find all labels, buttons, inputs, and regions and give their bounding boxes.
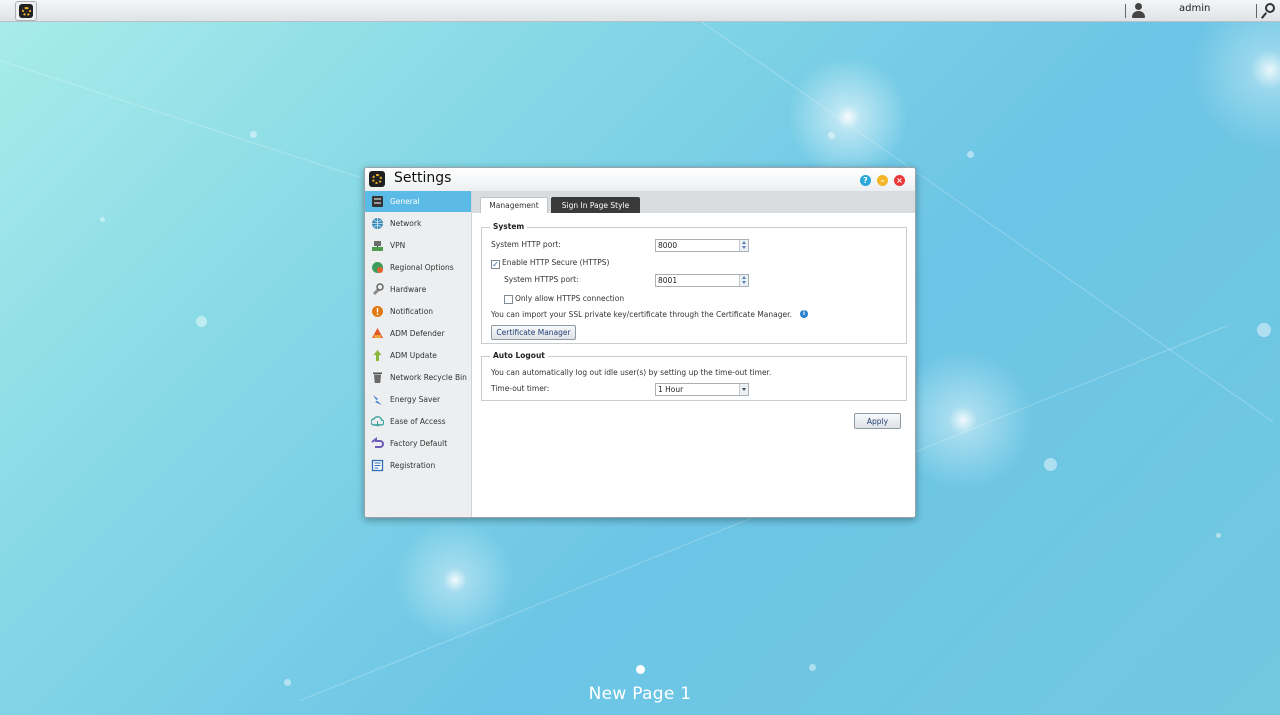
user-icon[interactable] (1131, 3, 1145, 19)
sidebar-item-label: Registration (390, 461, 436, 470)
taskbar: admin (0, 0, 1280, 22)
notification-icon (372, 306, 383, 317)
regional-options-icon (372, 262, 383, 273)
http-port-stepper[interactable]: 8000 (655, 239, 749, 252)
adm-update-icon (373, 350, 382, 361)
https-only-checkbox[interactable] (504, 295, 513, 304)
stepper-arrows[interactable] (739, 275, 748, 286)
sidebar-item-label: VPN (390, 241, 406, 250)
recycle-bin-icon (373, 372, 382, 383)
sidebar-item-energy-saver[interactable]: Energy Saver (365, 389, 471, 410)
timeout-timer-label: Time-out timer: (491, 384, 550, 393)
settings-window: Settings ? – × General Network VPN Regio… (364, 167, 916, 518)
window-title: Settings (394, 170, 452, 186)
sidebar-item-adm-defender[interactable]: ADM Defender (365, 323, 471, 344)
bokeh (1257, 323, 1271, 337)
system-fieldset: System System HTTP port: 8000 ✓ Enable H… (481, 222, 907, 344)
sidebar-item-hardware[interactable]: Hardware (365, 279, 471, 300)
sidebar-item-label: Hardware (390, 285, 427, 294)
sidebar-item-registration[interactable]: Registration (365, 455, 471, 476)
sidebar-item-vpn[interactable]: VPN (365, 235, 471, 256)
sidebar-item-label: Notification (390, 307, 434, 316)
search-icon[interactable] (1260, 3, 1276, 19)
tab-bar: Management Sign In Page Style (472, 191, 915, 213)
info-icon[interactable]: i (800, 310, 808, 318)
auto-logout-note: You can automatically log out idle user(… (491, 368, 772, 377)
https-enable-label: Enable HTTP Secure (HTTPS) (502, 258, 610, 267)
auto-logout-fieldset: Auto Logout You can automatically log ou… (481, 351, 907, 401)
settings-app-icon (19, 4, 33, 18)
page-indicator-dot[interactable] (636, 665, 645, 674)
bokeh (1216, 533, 1221, 538)
https-only-label: Only allow HTTPS connection (515, 294, 625, 303)
divider (1256, 4, 1257, 18)
bokeh (250, 131, 257, 138)
tab-management[interactable]: Management (480, 197, 548, 213)
bokeh (809, 664, 816, 671)
sidebar-item-label: General (390, 197, 420, 206)
sidebar-item-ease-of-access[interactable]: Ease of Access (365, 411, 471, 432)
sidebar-item-label: Network (390, 219, 422, 228)
http-port-label: System HTTP port: (491, 240, 561, 249)
settings-sidebar: General Network VPN Regional Options Har… (365, 191, 472, 517)
username-label[interactable]: admin (1179, 3, 1210, 14)
sidebar-item-notification[interactable]: Notification (365, 301, 471, 322)
general-icon (372, 196, 383, 207)
bokeh (828, 132, 835, 139)
https-port-stepper[interactable]: 8001 (655, 274, 749, 287)
system-legend: System (490, 222, 528, 231)
sidebar-item-label: ADM Defender (390, 329, 445, 338)
close-button[interactable]: × (894, 175, 905, 186)
sidebar-item-label: Network Recycle Bin (390, 373, 467, 382)
stepper-arrows[interactable] (739, 240, 748, 251)
help-button[interactable]: ? (860, 175, 871, 186)
ssl-note: You can import your SSL private key/cert… (491, 310, 792, 319)
sidebar-item-regional-options[interactable]: Regional Options (365, 257, 471, 278)
https-port-value: 8001 (658, 276, 678, 285)
sidebar-item-label: Factory Default (390, 439, 448, 448)
divider (1125, 4, 1126, 18)
apply-button[interactable]: Apply (854, 413, 901, 429)
timeout-timer-select[interactable]: 1 Hour (655, 383, 749, 396)
http-port-value: 8000 (658, 241, 678, 250)
sidebar-item-label: Regional Options (390, 263, 454, 272)
sidebar-item-network[interactable]: Network (365, 213, 471, 234)
bokeh (100, 217, 105, 222)
adm-defender-icon (372, 328, 383, 338)
settings-app-button[interactable] (15, 1, 37, 21)
vpn-icon (372, 241, 383, 251)
sidebar-item-label: Ease of Access (390, 417, 446, 426)
https-enable-checkbox[interactable]: ✓ (491, 260, 500, 269)
settings-content: Management Sign In Page Style System Sys… (472, 191, 915, 517)
sidebar-item-factory-default[interactable]: Factory Default (365, 433, 471, 454)
bokeh (967, 151, 974, 158)
sidebar-item-network-recycle-bin[interactable]: Network Recycle Bin (365, 367, 471, 388)
sidebar-item-general[interactable]: General (365, 191, 471, 212)
certificate-manager-button[interactable]: Certificate Manager (491, 325, 576, 340)
ease-of-access-icon (371, 416, 384, 427)
window-titlebar[interactable]: Settings ? – × (365, 168, 915, 191)
auto-logout-legend: Auto Logout (490, 351, 548, 360)
https-port-label: System HTTPS port: (504, 275, 579, 284)
bokeh (284, 679, 291, 686)
bokeh (196, 316, 207, 327)
desktop-page-label: New Page 1 (588, 684, 692, 704)
bokeh (1044, 458, 1057, 471)
energy-saver-icon (373, 395, 382, 405)
sidebar-item-label: Energy Saver (390, 395, 441, 404)
timeout-timer-value: 1 Hour (658, 385, 684, 394)
chevron-down-icon[interactable] (739, 384, 748, 395)
sidebar-item-adm-update[interactable]: ADM Update (365, 345, 471, 366)
factory-default-icon (371, 437, 384, 448)
tab-sign-in-page-style[interactable]: Sign In Page Style (551, 197, 640, 213)
sidebar-item-label: ADM Update (390, 351, 437, 360)
hardware-icon (373, 283, 384, 295)
registration-icon (371, 459, 384, 472)
minimize-button[interactable]: – (877, 175, 888, 186)
settings-gear-icon (369, 171, 385, 187)
network-icon (372, 218, 383, 229)
